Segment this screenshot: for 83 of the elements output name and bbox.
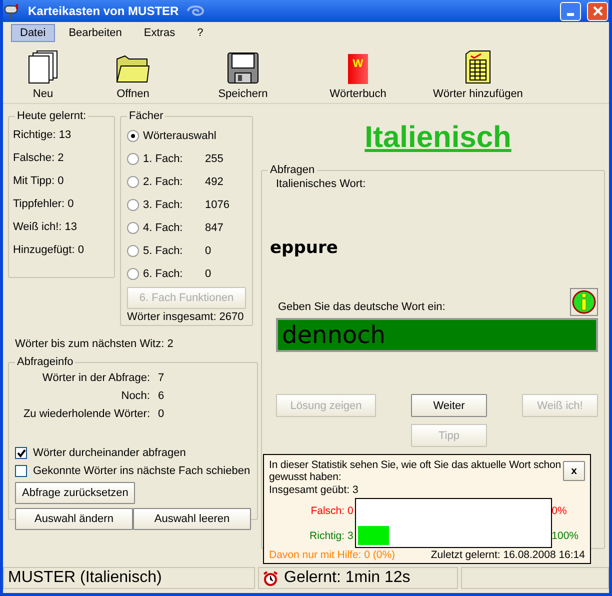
count-text: 0 xyxy=(205,268,212,280)
close-button[interactable] xyxy=(587,2,608,20)
percent-text: 100% xyxy=(552,530,580,542)
count-text: 847 xyxy=(205,222,224,234)
total-text: Wörter insgesamt: 2670 xyxy=(127,311,245,323)
group-title: Heute gelernt: xyxy=(16,110,88,122)
info-value: 6 xyxy=(158,389,166,404)
toolbar-button[interactable]: Offnen xyxy=(103,54,163,100)
folder-icon xyxy=(116,54,150,84)
group-title: Abfrageinfo xyxy=(16,356,74,368)
status-text: MUSTER (Italienisch) xyxy=(8,569,162,587)
info-value: 0 xyxy=(158,407,166,422)
word-label: Italienisches Wort: xyxy=(275,178,367,190)
statistic-text: Mit Tipp: 0 xyxy=(13,174,65,189)
swirl-icon xyxy=(184,3,207,19)
checkbox-label: Wörter durcheinander abfragen xyxy=(33,447,186,459)
radio-label: Wörterauswahl xyxy=(143,128,216,142)
radio-label: 1. Fach: xyxy=(143,152,184,166)
count-text: 492 xyxy=(205,176,224,188)
radio-button[interactable] xyxy=(127,198,139,210)
info-label: Zu wiederholende Wörter: xyxy=(22,407,150,422)
minimize-button[interactable] xyxy=(560,2,581,20)
answer-field[interactable]: dennoch xyxy=(276,318,598,352)
change-selection-button[interactable]: Auswahl ändern xyxy=(15,508,133,530)
minimize-icon xyxy=(567,13,574,16)
alarm-clock-icon xyxy=(263,570,278,586)
radio-label: 4. Fach: xyxy=(143,220,184,234)
radio-label: 5. Fach: xyxy=(143,244,184,258)
language-title: Italienisch xyxy=(364,120,512,156)
checkbox[interactable] xyxy=(15,447,27,459)
practice-count-text: Insgesamt geübt: 3 xyxy=(269,484,360,496)
radio-label: 3. Fach: xyxy=(143,198,184,212)
query-button[interactable]: Weiter xyxy=(411,394,487,417)
close-button[interactable]: x xyxy=(563,461,585,481)
menu-item[interactable]: Extras xyxy=(136,25,184,41)
info-label: Wörter in der Abfrage: xyxy=(41,371,150,386)
clear-selection-button[interactable]: Auswahl leeren xyxy=(133,508,251,530)
toolbar-button[interactable]: W Wörterbuch xyxy=(323,54,393,100)
info-value: 7 xyxy=(158,371,166,386)
toolbar-button[interactable]: Neu xyxy=(23,50,63,100)
answer-label: Geben Sie das deutsche Wort ein: xyxy=(278,301,446,313)
statistic-text: Richtige: 13 xyxy=(13,128,72,143)
radio-button[interactable] xyxy=(127,176,139,188)
radio-button[interactable] xyxy=(127,244,139,256)
count-text: 0 xyxy=(205,244,212,256)
menu-item[interactable]: Datei xyxy=(11,24,55,42)
info-label: Noch: xyxy=(120,389,150,404)
statistic-text: Tippfehler: 0 xyxy=(13,197,75,212)
joke-counter-text: Wörter bis zum nächsten Witz: 2 xyxy=(15,338,174,350)
reset-button[interactable]: Abfrage zurücksetzen xyxy=(15,482,136,504)
checkbox-label: Gekonnte Wörter ins nächste Fach schieben xyxy=(33,465,250,477)
word-list-icon xyxy=(465,50,491,84)
group-title: Fächer xyxy=(128,110,164,122)
statistic-text: Hinzugefügt: 0 xyxy=(13,243,85,258)
group-title: Abfragen xyxy=(269,164,316,176)
radio-label: 6. Fach: xyxy=(143,266,184,280)
percent-text: 0% xyxy=(552,504,568,516)
radio-label: 2. Fach: xyxy=(143,174,184,188)
result-label: Richtig: 3 xyxy=(308,530,354,542)
pages-icon xyxy=(28,50,58,84)
last-learned-text: Zuletzt gelernt: 16.08.2008 16:14 xyxy=(430,549,585,561)
statistic-text: Weiß ich!: 13 xyxy=(13,220,78,235)
help-count-text: Davon nur mit Hilfe: 0 (0%) xyxy=(269,549,396,561)
statistic-text: Falsche: 2 xyxy=(13,151,65,166)
menu-item[interactable]: ? xyxy=(189,25,212,41)
question-word: eppure xyxy=(269,238,339,258)
statistics-description: In dieser Statistik sehen Sie, wie oft Sie das aktuelle Wort schon gewusst haben: xyxy=(269,459,562,483)
book-icon: W xyxy=(348,54,368,84)
radio-button[interactable] xyxy=(127,222,139,234)
count-text: 1076 xyxy=(205,198,230,210)
window-title: Karteikasten von MUSTER xyxy=(28,4,179,18)
checkbox[interactable] xyxy=(15,465,27,477)
info-icon[interactable] xyxy=(570,288,598,316)
close-icon xyxy=(592,6,602,16)
toolbar-button[interactable]: Speichern xyxy=(213,52,273,100)
radio-button[interactable] xyxy=(127,130,139,142)
radio-button[interactable] xyxy=(127,268,139,280)
status-text: Gelernt: 1min 12s xyxy=(284,569,410,587)
count-text: 255 xyxy=(205,152,224,164)
menu-item[interactable]: Bearbeiten xyxy=(60,25,130,41)
radio-button[interactable] xyxy=(127,152,139,164)
result-label: Falsch: 0 xyxy=(310,504,354,516)
toolbar-button[interactable]: Wörter hinzufügen xyxy=(423,50,533,100)
